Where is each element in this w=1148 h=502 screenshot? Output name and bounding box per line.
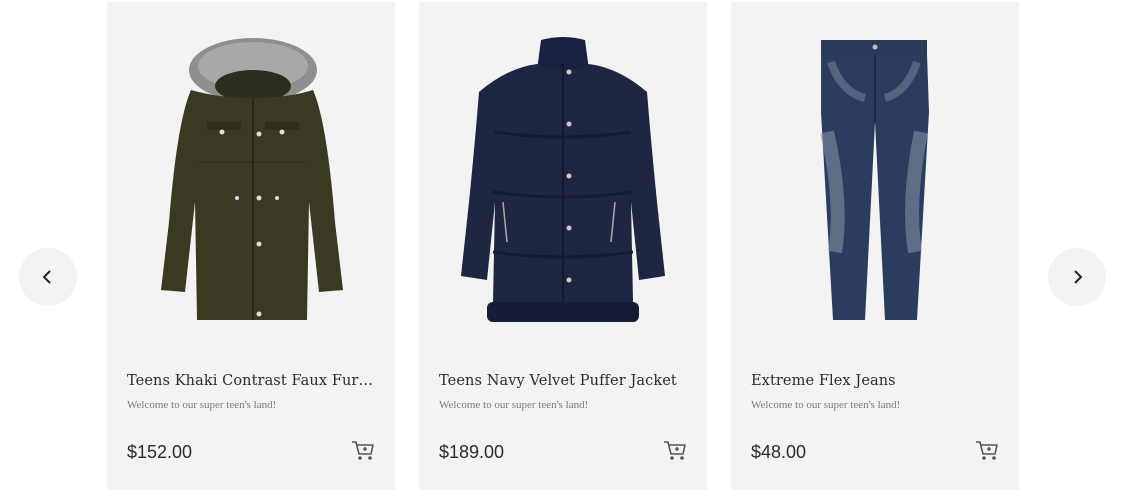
product-carousel: Teens Khaki Contrast Faux Fur Trim Parka… [0,0,1148,502]
product-card[interactable]: Extreme Flex Jeans Welcome to our super … [731,2,1019,490]
product-description: Welcome to our super teen's land! [127,399,277,411]
chevron-left-icon [42,270,51,284]
product-title[interactable]: Teens Navy Velvet Puffer Jacket [439,373,689,389]
cart-icon [664,441,686,460]
puffer-jacket-image [461,37,665,322]
chevron-right-icon [1074,270,1083,284]
add-to-cart-button[interactable] [663,440,687,462]
product-price: $152.00 [127,442,193,462]
product-image[interactable] [107,2,395,352]
cart-icon [976,441,998,460]
jeans-image [820,40,929,320]
product-title[interactable]: Teens Khaki Contrast Faux Fur Trim Parka [127,373,377,389]
product-title[interactable]: Extreme Flex Jeans [751,373,1001,389]
add-to-cart-button[interactable] [351,440,375,462]
product-card[interactable]: Teens Navy Velvet Puffer Jacket Welcome … [419,2,707,490]
cart-icon [352,441,374,460]
product-price: $48.00 [751,442,807,462]
parka-jacket-image [161,38,343,320]
carousel-next-button[interactable] [1048,248,1106,306]
carousel-prev-button[interactable] [19,248,77,306]
product-description: Welcome to our super teen's land! [439,399,589,411]
product-card[interactable]: Teens Khaki Contrast Faux Fur Trim Parka… [107,2,395,490]
add-to-cart-button[interactable] [975,440,999,462]
product-image[interactable] [419,2,707,352]
product-description: Welcome to our super teen's land! [751,399,901,411]
product-image[interactable] [731,2,1019,352]
product-price: $189.00 [439,442,505,462]
